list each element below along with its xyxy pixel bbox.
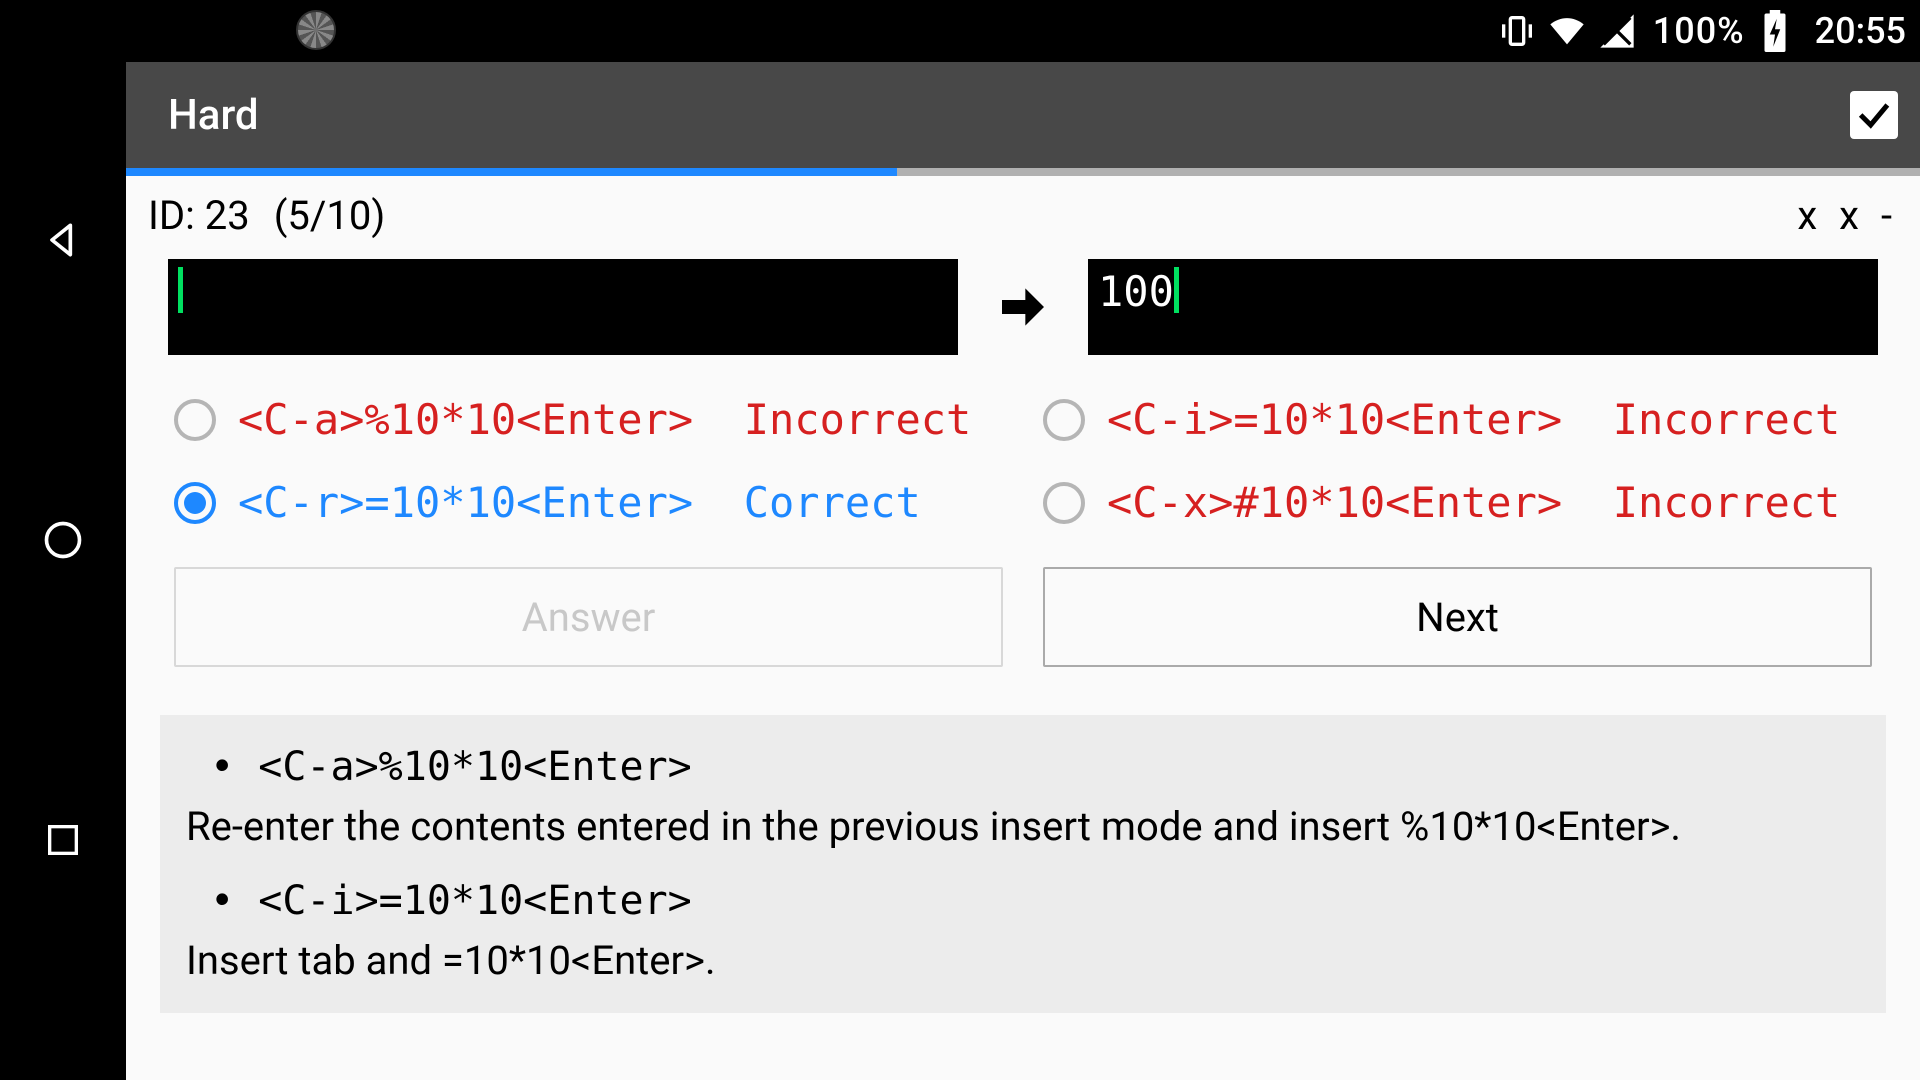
check-icon [1854, 95, 1894, 135]
radio-icon [174, 482, 216, 524]
arrow-icon [958, 279, 1088, 335]
before-after-row: 100 [168, 259, 1878, 355]
done-button[interactable] [1850, 91, 1898, 139]
option-d[interactable]: <C-x>#10*10<Enter> Incorrect [1043, 478, 1872, 527]
explanation-panel: • <C-a>%10*10<Enter> Re-enter the conten… [160, 715, 1886, 1013]
option-b[interactable]: <C-i>=10*10<Enter> Incorrect [1043, 395, 1872, 444]
wifi-icon [1547, 11, 1587, 51]
content-area: ID: 23 (5/10) x x - 100 <C-a>%10*10<Ente… [126, 176, 1920, 1080]
battery-charging-icon [1755, 11, 1795, 51]
button-row: Answer Next [174, 567, 1872, 667]
status-bar: 100% 20:55 [126, 0, 1920, 62]
cursor-icon [1174, 267, 1179, 313]
progress-bar [126, 168, 1920, 176]
explain-bullet: • <C-i>=10*10<Enter> [186, 871, 1860, 931]
score-track: x x - [1797, 192, 1898, 239]
loading-spinner-icon [296, 10, 336, 50]
question-meta: ID: 23 (5/10) x x - [144, 192, 1902, 259]
option-text: <C-a>%10*10<Enter> Incorrect [238, 395, 971, 444]
app-bar: Hard [126, 62, 1920, 168]
battery-level: 100% [1653, 10, 1745, 52]
page-title: Hard [168, 91, 259, 140]
question-id: ID: 23 [148, 192, 250, 239]
option-a[interactable]: <C-a>%10*10<Enter> Incorrect [174, 395, 1003, 444]
clock: 20:55 [1815, 10, 1906, 52]
back-icon[interactable] [38, 215, 88, 265]
option-text: <C-x>#10*10<Enter> Incorrect [1107, 478, 1840, 527]
vibrate-icon [1497, 11, 1537, 51]
before-box [168, 259, 958, 355]
explain-bullet: • <C-a>%10*10<Enter> [186, 737, 1860, 797]
options-grid: <C-a>%10*10<Enter> Incorrect <C-i>=10*10… [174, 395, 1872, 527]
explain-desc: Insert tab and =10*10<Enter>. [186, 931, 1860, 991]
option-text: <C-i>=10*10<Enter> Incorrect [1107, 395, 1840, 444]
question-counter: (5/10) [274, 192, 386, 239]
option-c[interactable]: <C-r>=10*10<Enter> Correct [174, 478, 1003, 527]
android-nav-rail [0, 0, 126, 1080]
after-text: 100 [1098, 267, 1174, 316]
signal-icon [1597, 11, 1637, 51]
radio-icon [1043, 482, 1085, 524]
progress-fill [126, 168, 897, 176]
option-text: <C-r>=10*10<Enter> Correct [238, 478, 921, 527]
after-box: 100 [1088, 259, 1878, 355]
explain-desc: Re-enter the contents entered in the pre… [186, 797, 1860, 857]
cursor-icon [178, 267, 183, 313]
next-button[interactable]: Next [1043, 567, 1872, 667]
app-screen: 100% 20:55 Hard ID: 23 (5/10) x x - [126, 0, 1920, 1080]
radio-icon [174, 399, 216, 441]
radio-icon [1043, 399, 1085, 441]
answer-button: Answer [174, 567, 1003, 667]
home-icon[interactable] [38, 515, 88, 565]
recent-apps-icon[interactable] [38, 815, 88, 865]
